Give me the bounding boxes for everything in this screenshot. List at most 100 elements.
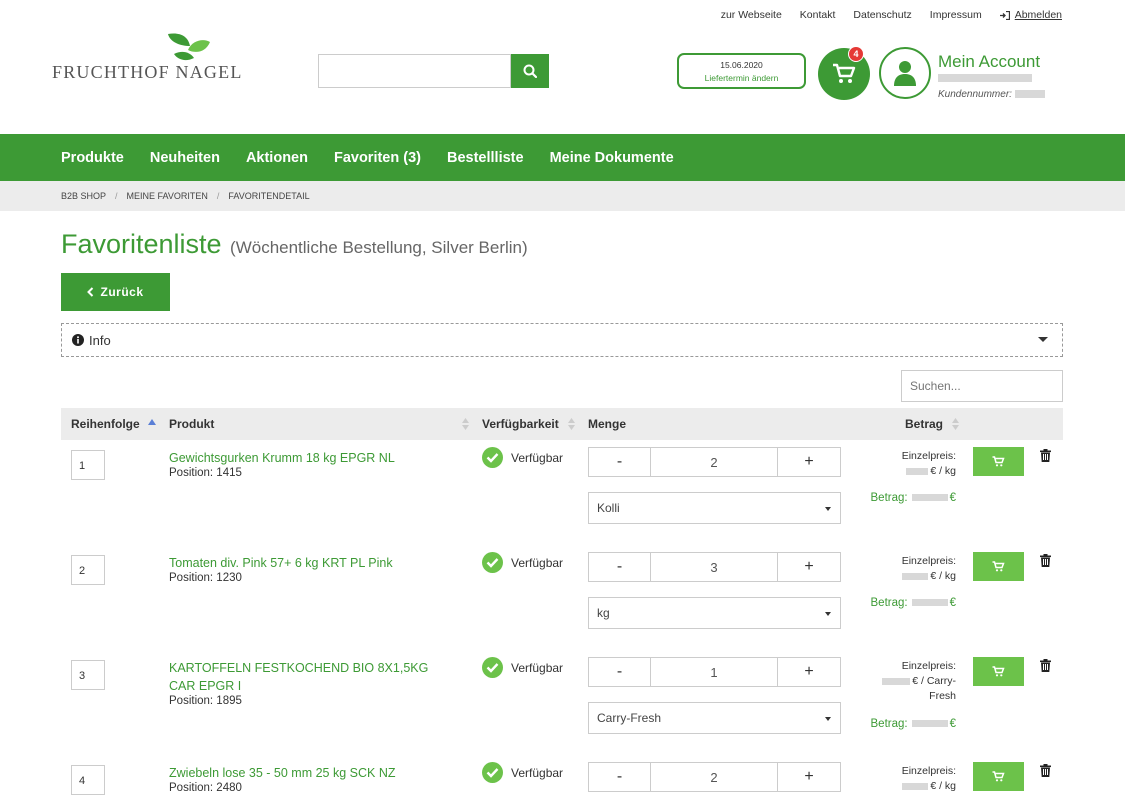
unit-price-unit: € / kg <box>930 570 956 582</box>
quantity-minus-button[interactable]: - <box>589 448 651 476</box>
unit-select[interactable]: Kolli <box>588 492 841 524</box>
trash-icon[interactable] <box>1040 659 1051 672</box>
cart-icon <box>992 561 1005 572</box>
table-row: 4 Zwiebeln lose 35 - 50 mm 25 kg SCK NZ … <box>61 755 1063 800</box>
unit-price-unit-continued: Fresh <box>929 690 956 702</box>
check-circle-icon <box>482 447 503 468</box>
unit-price-unit: € / kg <box>930 780 956 792</box>
logout-icon <box>999 10 1010 20</box>
quantity-plus-button[interactable]: + <box>778 553 840 581</box>
breadcrumb: B2B SHOP / MEINE FAVORITEN / FAVORITENDE… <box>0 181 1125 211</box>
unit-select[interactable]: Carry-Fresh <box>588 702 841 734</box>
unit-select-value: Kolli <box>597 501 620 515</box>
privacy-link[interactable]: Datenschutz <box>853 9 911 21</box>
customer-number-label: Kundennummer: <box>938 89 1012 100</box>
quantity-input[interactable]: 3 <box>651 553 778 581</box>
col-header-order[interactable]: Reihenfolge <box>71 417 140 431</box>
add-to-cart-button[interactable] <box>973 657 1024 686</box>
contact-link[interactable]: Kontakt <box>800 9 836 21</box>
nav-item-products[interactable]: Produkte <box>61 150 124 166</box>
nav-item-actions[interactable]: Aktionen <box>246 150 308 166</box>
delivery-change-label: Liefertermin ändern <box>704 73 779 83</box>
breadcrumb-shop[interactable]: B2B SHOP <box>61 191 106 201</box>
unit-select[interactable]: kg <box>588 597 841 629</box>
info-collapsible[interactable]: Info <box>61 323 1063 357</box>
unit-price-label: Einzelpreis: <box>901 660 956 672</box>
product-position: Position: 1230 <box>169 572 242 584</box>
quantity-plus-button[interactable]: + <box>778 763 840 791</box>
nav-item-news[interactable]: Neuheiten <box>150 150 220 166</box>
back-button[interactable]: Zurück <box>61 273 170 311</box>
product-name-link[interactable]: KARTOFFELN FESTKOCHEND BIO 8X1,5KG CAR E… <box>169 659 454 695</box>
brand-logo[interactable]: FRUCHTHOF NAGEL <box>52 32 272 82</box>
unit-select-value: Carry-Fresh <box>597 711 662 725</box>
quantity-input[interactable]: 2 <box>651 448 778 476</box>
breadcrumb-detail: FAVORITENDETAIL <box>228 191 310 201</box>
trash-icon[interactable] <box>1040 764 1051 777</box>
quantity-plus-button[interactable]: + <box>778 658 840 686</box>
top-links: zur Webseite Kontakt Datenschutz Impress… <box>721 9 1062 21</box>
leaf-logo-icon <box>168 33 210 61</box>
nav-item-orderlist[interactable]: Bestellliste <box>447 150 524 166</box>
logout-link[interactable]: Abmelden <box>999 9 1062 21</box>
chevron-down-icon <box>825 717 831 721</box>
row-total: Betrag: € <box>870 492 956 504</box>
breadcrumb-favorites[interactable]: MEINE FAVORITEN <box>127 191 208 201</box>
availability-label: Verfügbar <box>511 555 564 570</box>
add-to-cart-button[interactable] <box>973 447 1024 476</box>
chevron-down-icon <box>825 612 831 616</box>
page-title: Favoritenliste (Wöchentliche Bestellung,… <box>61 229 528 260</box>
col-header-amount[interactable]: Betrag <box>905 417 943 431</box>
delivery-date-button[interactable]: 15.06.2020 Liefertermin ändern <box>677 53 806 89</box>
order-input[interactable]: 2 <box>71 555 105 585</box>
account-name-masked <box>938 74 1032 82</box>
total-mask <box>911 599 948 607</box>
website-link[interactable]: zur Webseite <box>721 9 782 21</box>
row-total-label: Betrag: <box>870 597 908 609</box>
unit-price: Einzelpreis: € / kg <box>902 449 956 479</box>
price-mask <box>906 467 929 475</box>
nav-item-favorites[interactable]: Favoriten (3) <box>334 150 421 166</box>
col-header-product[interactable]: Produkt <box>169 417 214 431</box>
customer-number: Kundennummer: <box>938 89 1045 100</box>
imprint-link[interactable]: Impressum <box>930 9 982 21</box>
add-to-cart-button[interactable] <box>973 762 1024 791</box>
unit-price-label: Einzelpreis: <box>901 765 956 777</box>
order-input[interactable]: 4 <box>71 765 105 795</box>
cart-button[interactable]: 4 <box>818 46 870 100</box>
quantity-input[interactable]: 1 <box>651 658 778 686</box>
order-input[interactable]: 1 <box>71 450 105 480</box>
table-row: 3 KARTOFFELN FESTKOCHEND BIO 8X1,5KG CAR… <box>61 650 1063 756</box>
price-mask <box>882 677 911 685</box>
quantity-minus-button[interactable]: - <box>589 763 651 791</box>
account-button[interactable] <box>879 47 931 99</box>
account-title[interactable]: Mein Account <box>938 52 1040 72</box>
product-name-link[interactable]: Gewichtsgurken Krumm 18 kg EPGR NL <box>169 449 454 467</box>
nav-item-documents[interactable]: Meine Dokumente <box>550 150 674 166</box>
quantity-input[interactable]: 2 <box>651 763 778 791</box>
availability-status: Verfügbar <box>482 762 563 783</box>
search-input[interactable] <box>318 54 511 88</box>
row-total: Betrag: € <box>870 718 956 730</box>
price-mask <box>902 572 929 580</box>
info-label: Info <box>89 332 111 348</box>
table-search-input[interactable] <box>901 370 1063 402</box>
col-header-availability[interactable]: Verfügbarkeit <box>482 417 559 431</box>
trash-icon[interactable] <box>1040 554 1051 567</box>
info-icon <box>72 334 84 346</box>
sort-asc-icon <box>148 419 156 425</box>
trash-icon[interactable] <box>1040 449 1051 462</box>
quantity-plus-button[interactable]: + <box>778 448 840 476</box>
add-to-cart-button[interactable] <box>973 552 1024 581</box>
order-input[interactable]: 3 <box>71 660 105 690</box>
quantity-minus-button[interactable]: - <box>589 658 651 686</box>
product-name-link[interactable]: Tomaten div. Pink 57+ 6 kg KRT PL Pink <box>169 554 454 572</box>
check-circle-icon <box>482 657 503 678</box>
search-button[interactable] <box>511 54 549 88</box>
quantity-minus-button[interactable]: - <box>589 553 651 581</box>
main-nav: Produkte Neuheiten Aktionen Favoriten (3… <box>0 134 1125 181</box>
table-row: 2 Tomaten div. Pink 57+ 6 kg KRT PL Pink… <box>61 545 1063 651</box>
unit-price: Einzelpreis: € / Carry- Fresh <box>882 659 956 704</box>
cart-icon <box>992 666 1005 677</box>
product-name-link[interactable]: Zwiebeln lose 35 - 50 mm 25 kg SCK NZ <box>169 764 454 782</box>
